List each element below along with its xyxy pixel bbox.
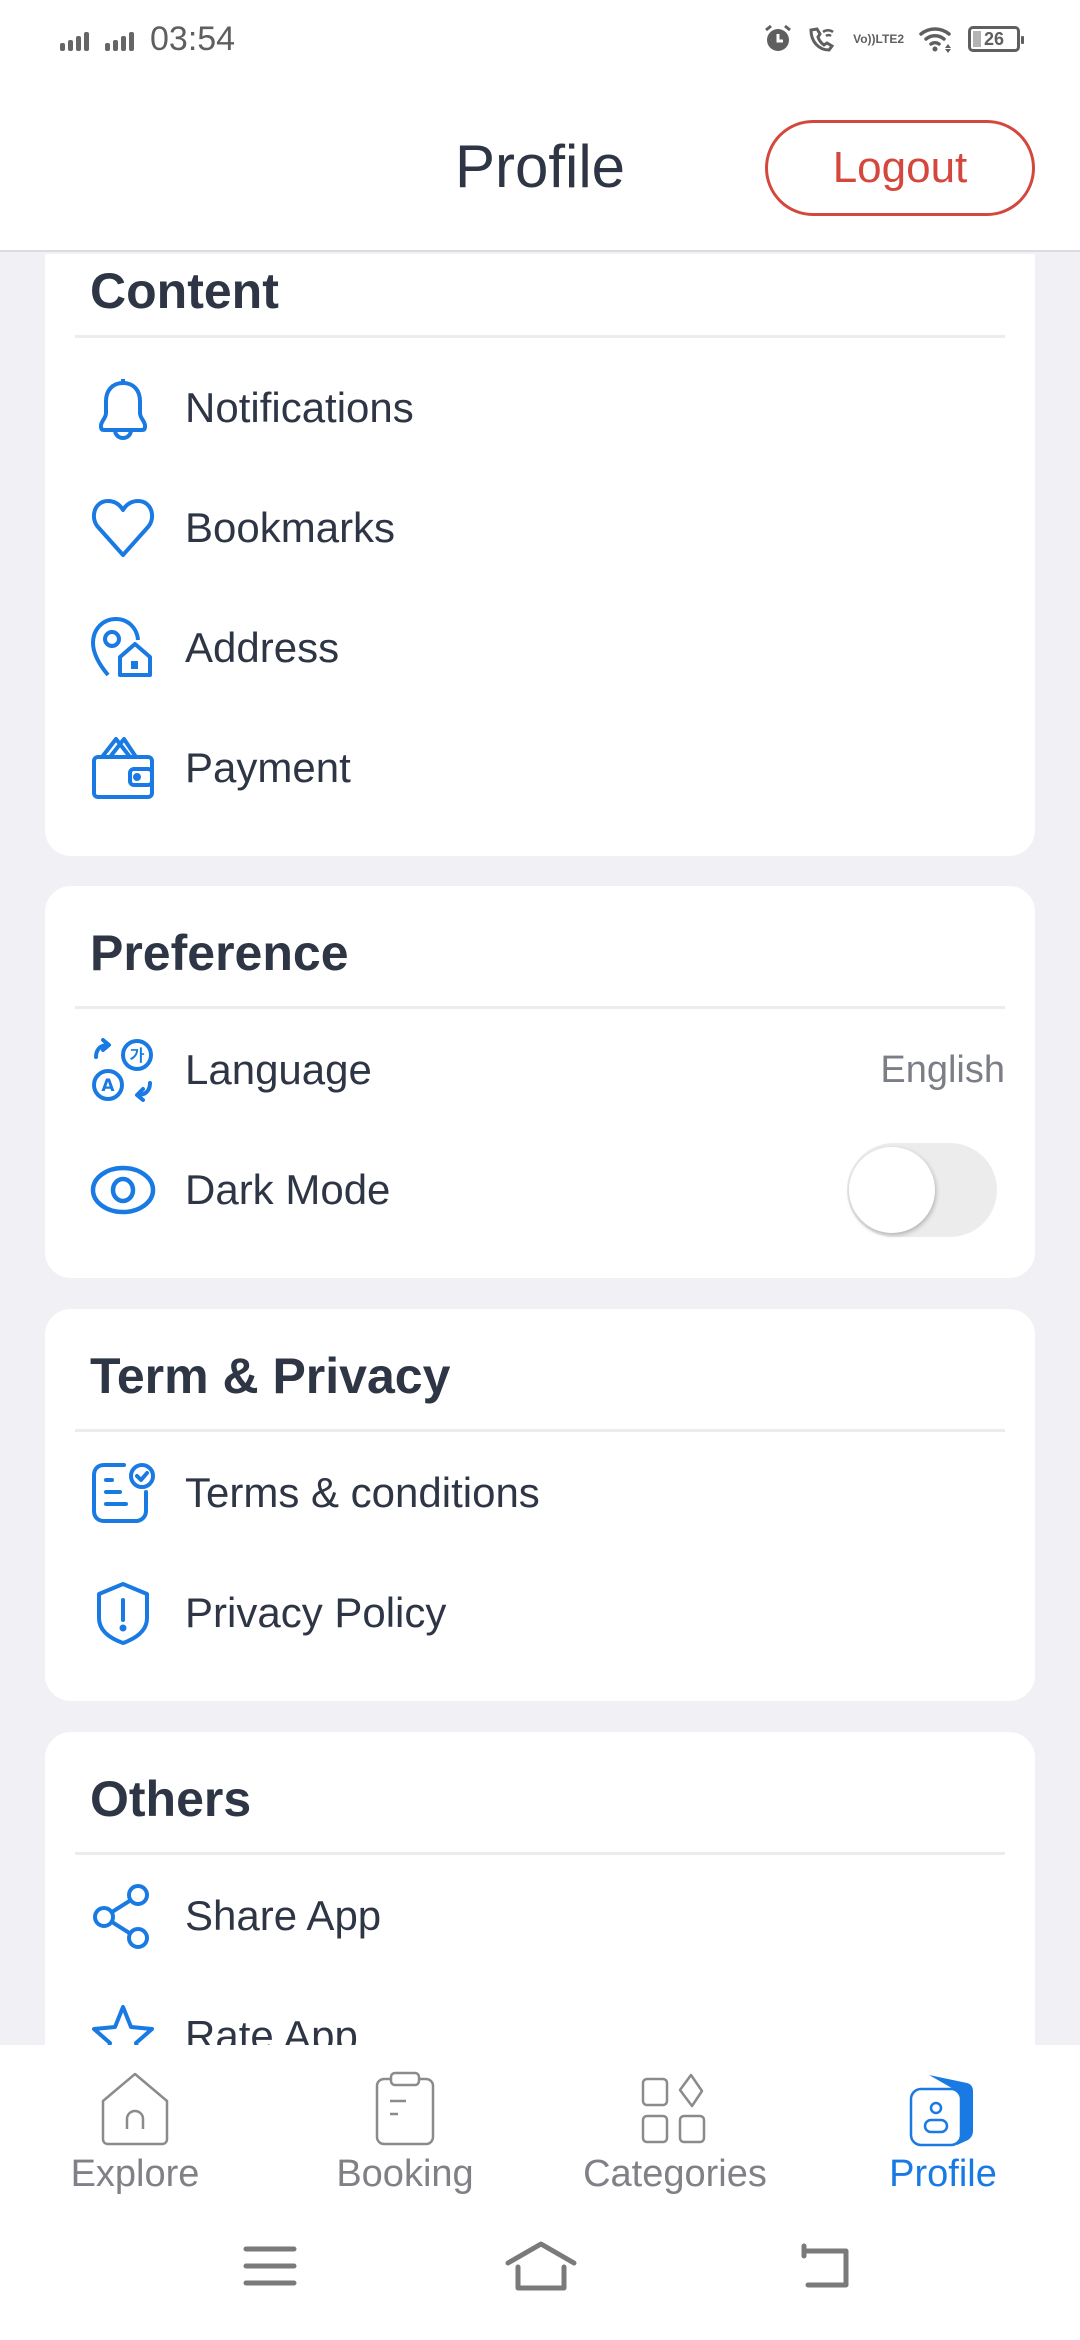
menu-item-label: Privacy Policy bbox=[185, 1589, 447, 1636]
status-bar-right: Vo)) LTE2 26 bbox=[763, 24, 1024, 54]
system-menu-button[interactable] bbox=[225, 2233, 315, 2303]
status-bar: 03:54 Vo)) LTE2 26 bbox=[0, 0, 1080, 90]
battery-icon: 26 bbox=[968, 26, 1024, 52]
menu-item-dark-mode[interactable]: Dark Mode bbox=[45, 1130, 1035, 1250]
section-divider bbox=[75, 1006, 1005, 1009]
svg-text:가: 가 bbox=[130, 1046, 145, 1065]
eye-icon bbox=[90, 1157, 156, 1223]
nav-tab-categories[interactable]: Categories bbox=[575, 2045, 775, 2215]
home-icon bbox=[505, 2241, 577, 2296]
signal-icon bbox=[105, 29, 134, 51]
menu-item-bookmarks[interactable]: Bookmarks bbox=[45, 468, 1035, 588]
nav-label: Profile bbox=[889, 2153, 997, 2195]
menu-item-label: Bookmarks bbox=[185, 504, 396, 551]
translate-icon: 가A bbox=[90, 1037, 156, 1103]
system-nav-bar bbox=[0, 2215, 1080, 2340]
section-title: Term & Privacy bbox=[90, 1348, 451, 1404]
profile-icon bbox=[898, 2069, 988, 2149]
section-others: Others Share App Rate App bbox=[45, 1732, 1035, 2045]
signal-icon bbox=[60, 29, 89, 51]
back-icon bbox=[798, 2243, 852, 2294]
app-header: Profile Logout bbox=[0, 90, 1080, 252]
nav-tab-booking[interactable]: Booking bbox=[325, 2045, 485, 2215]
menu-item-share-app[interactable]: Share App bbox=[45, 1856, 1035, 1976]
status-bar-left: 03:54 bbox=[60, 20, 235, 59]
menu-item-label: Rate App bbox=[185, 2012, 358, 2045]
section-divider bbox=[75, 335, 1005, 338]
nav-tab-profile[interactable]: Profile bbox=[868, 2045, 1018, 2215]
menu-item-label: Terms & conditions bbox=[185, 1469, 540, 1516]
categories-icon bbox=[630, 2069, 720, 2149]
home-icon bbox=[90, 2069, 180, 2149]
system-home-button[interactable] bbox=[496, 2233, 586, 2303]
section-title: Others bbox=[90, 1771, 252, 1827]
heart-icon bbox=[90, 495, 156, 561]
location-home-icon bbox=[90, 615, 156, 681]
menu-item-label: Address bbox=[185, 624, 340, 671]
section-preference: Preference 가A Language English Dark Mode bbox=[45, 886, 1035, 1278]
system-back-button[interactable] bbox=[780, 2233, 870, 2303]
alarm-icon bbox=[763, 24, 793, 54]
shield-alert-icon bbox=[90, 1580, 156, 1646]
language-value: English bbox=[880, 1048, 1005, 1091]
menu-icon bbox=[243, 2244, 297, 2293]
menu-item-label: Dark Mode bbox=[185, 1166, 391, 1213]
menu-item-label: Payment bbox=[185, 744, 351, 791]
volte-icon: Vo)) LTE2 bbox=[853, 32, 904, 46]
status-time: 03:54 bbox=[150, 20, 236, 58]
logout-button[interactable]: Logout bbox=[765, 120, 1035, 216]
section-title: Content bbox=[90, 263, 279, 319]
profile-settings-list[interactable]: Content Notifications Bookmarks Address bbox=[0, 254, 1080, 2045]
dark-mode-toggle[interactable] bbox=[847, 1143, 997, 1237]
nav-tab-explore[interactable]: Explore bbox=[60, 2045, 210, 2215]
menu-item-payment[interactable]: Payment bbox=[45, 708, 1035, 828]
menu-item-label: Share App bbox=[185, 1892, 382, 1939]
menu-item-rate-app[interactable]: Rate App bbox=[45, 1976, 1035, 2045]
wallet-icon bbox=[90, 735, 156, 801]
nav-label: Categories bbox=[583, 2153, 767, 2195]
menu-item-label: Language bbox=[185, 1046, 372, 1093]
toggle-knob bbox=[849, 1147, 935, 1233]
wifi-icon bbox=[918, 24, 954, 54]
menu-item-label: Notifications bbox=[185, 384, 414, 431]
battery-level: 26 bbox=[983, 28, 1005, 49]
menu-item-terms-conditions[interactable]: Terms & conditions bbox=[45, 1433, 1035, 1553]
section-divider bbox=[75, 1429, 1005, 1432]
bottom-nav: Explore Booking Categories Profile bbox=[0, 2045, 1080, 2215]
nav-label: Booking bbox=[336, 2153, 474, 2195]
star-icon bbox=[90, 2003, 156, 2045]
menu-item-privacy-policy[interactable]: Privacy Policy bbox=[45, 1553, 1035, 1673]
wifi-calling-icon bbox=[807, 24, 839, 54]
nav-label: Explore bbox=[70, 2153, 200, 2195]
menu-item-language[interactable]: 가A Language English bbox=[45, 1010, 1035, 1130]
section-divider bbox=[75, 1852, 1005, 1855]
menu-item-address[interactable]: Address bbox=[45, 588, 1035, 708]
document-check-icon bbox=[90, 1460, 156, 1526]
section-content: Content Notifications Bookmarks Address bbox=[45, 254, 1035, 856]
svg-text:A: A bbox=[101, 1076, 115, 1096]
bell-icon bbox=[90, 375, 156, 441]
menu-item-notifications[interactable]: Notifications bbox=[45, 348, 1035, 468]
share-icon bbox=[90, 1883, 156, 1949]
section-title: Preference bbox=[90, 925, 349, 981]
clipboard-icon bbox=[360, 2069, 450, 2149]
section-term-privacy: Term & Privacy Terms & conditions Privac… bbox=[45, 1309, 1035, 1701]
